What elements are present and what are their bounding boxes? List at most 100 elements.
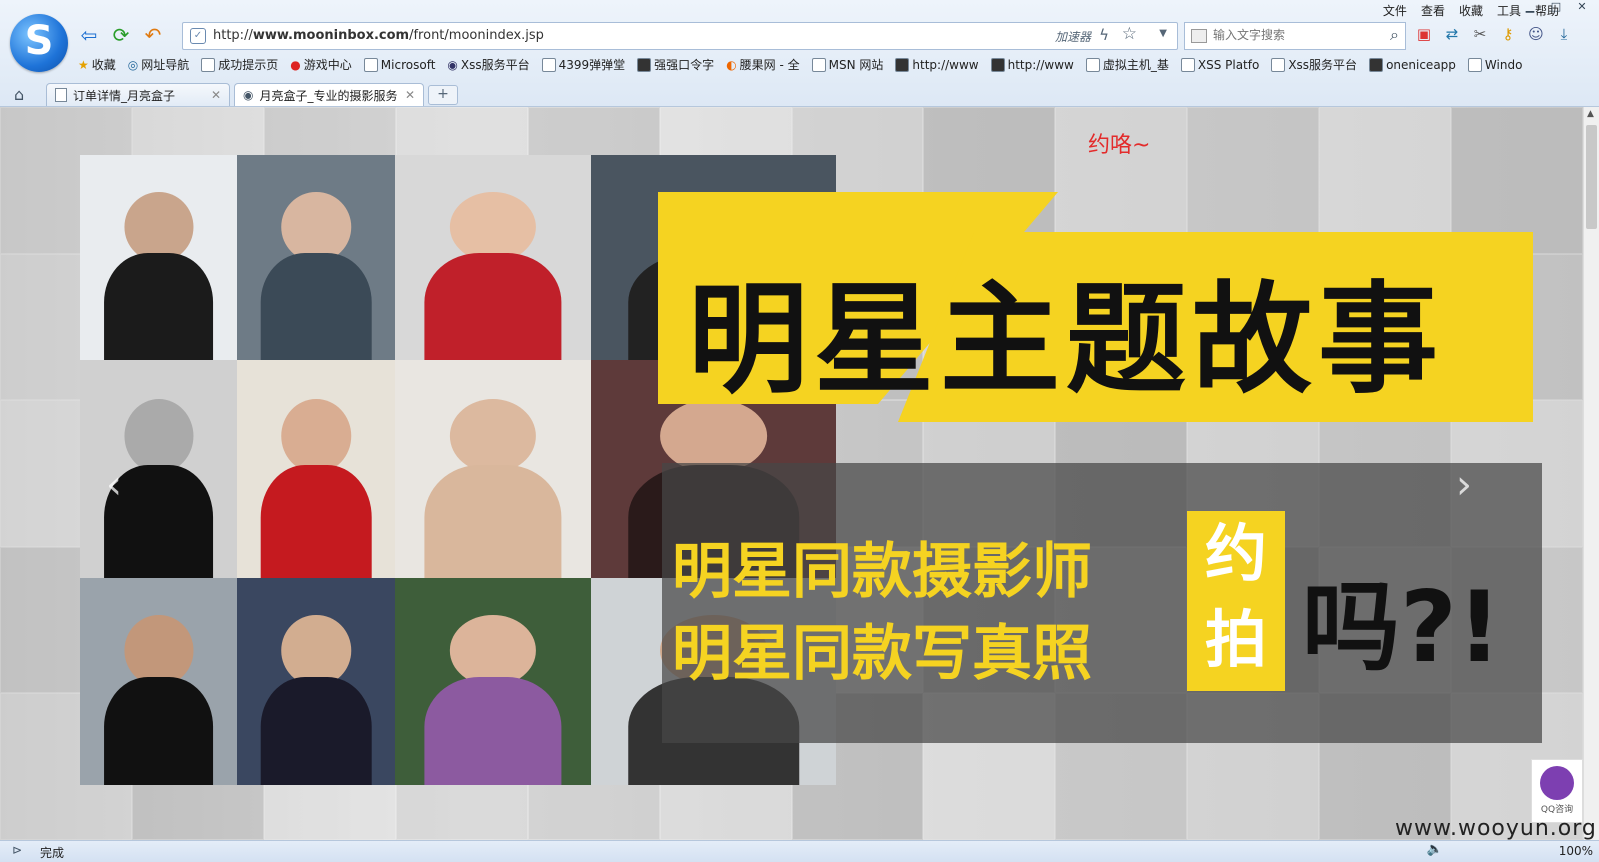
bookmark-item[interactable]: XSS Platfo (1180, 56, 1259, 73)
pai-text: 拍 (1204, 603, 1267, 676)
qq-consult-button[interactable]: QQ咨询 (1531, 759, 1583, 823)
promo-line-photos: 明星同款写真照 (672, 619, 1092, 689)
status-icon[interactable]: ⊳ (12, 843, 22, 857)
promo-panel: 明星同款摄影师 明星同款写真照 约 拍 吗?! (662, 463, 1542, 743)
menu-file[interactable]: 文件 (1383, 2, 1407, 19)
yuepai-badge[interactable]: 约 拍 (1187, 511, 1285, 691)
site-favicon-icon: ◉ (243, 88, 254, 102)
image-icon (895, 57, 910, 72)
bookmark-item[interactable]: ● 游戏中心 (290, 56, 352, 73)
search-engine-icon[interactable] (1191, 29, 1207, 43)
back-icon[interactable]: ⇦ (76, 22, 102, 48)
window-controls: ▁ □ ✕ (1519, 0, 1593, 16)
tab-order-detail[interactable]: 订单详情_月亮盒子 ✕ (46, 83, 230, 106)
image-icon (1369, 57, 1384, 72)
photo-tile[interactable] (237, 155, 395, 360)
dropdown-icon[interactable]: ▼ (1159, 28, 1167, 39)
bookmark-item[interactable]: 虚拟主机_基 (1085, 56, 1169, 73)
vertical-scrollbar[interactable]: ▲ (1583, 107, 1599, 840)
close-icon[interactable]: ✕ (1571, 0, 1593, 16)
yue-text: 约 (1204, 517, 1267, 590)
tab-close-icon[interactable]: ✕ (405, 88, 415, 102)
toolbar-icons: ▣ ⇄ ✂ ⚷ ☺ ⤓ (1414, 24, 1574, 44)
scroll-up-icon[interactable]: ▲ (1587, 109, 1594, 119)
tab-close-icon[interactable]: ✕ (211, 88, 221, 102)
page-icon (1180, 57, 1195, 72)
menu-view[interactable]: 查看 (1421, 2, 1445, 19)
page-icon (541, 57, 556, 72)
bookmark-item[interactable]: http://www (990, 56, 1074, 73)
bookmark-item[interactable]: 强强口令字 (637, 56, 714, 73)
photo-tile[interactable] (80, 360, 237, 578)
bookmark-item[interactable]: Windo (1467, 56, 1522, 73)
bookmark-favorites[interactable]: ★ 收藏 (78, 56, 116, 73)
page-icon (1271, 57, 1286, 72)
folder-icon (811, 57, 826, 72)
page-content: 约咯~ 明星主题故事 明星同款摄影师 明星同款写真照 约 拍 吗?! ‹ › Q… (0, 107, 1583, 840)
bookmark-item[interactable]: ◐ 腰果网 - 全 (726, 56, 799, 73)
browser-chrome: 文件 查看 收藏 工具 帮助 ▁ □ ✕ ⇦ ⟳ ↶ ✓ http://www.… (0, 0, 1599, 107)
image-icon (637, 57, 652, 72)
home-icon[interactable]: ⌂ (14, 85, 24, 104)
scissors-icon[interactable]: ✂ (1470, 24, 1490, 44)
carousel-prev-icon[interactable]: ‹ (106, 462, 122, 508)
globe-icon: ◎ (127, 57, 139, 72)
refresh-icon[interactable]: ⟳ (108, 22, 134, 48)
scroll-thumb[interactable] (1586, 125, 1597, 229)
bookmark-item[interactable]: Microsoft (363, 56, 435, 73)
zoom-level[interactable]: 100% (1559, 844, 1593, 858)
bookmark-item[interactable]: 4399弹弹堂 (541, 56, 625, 73)
status-text: 完成 (40, 846, 65, 860)
photo-tile[interactable] (80, 155, 237, 360)
bookmarks-bar: ★ 收藏 ◎ 网址导航 成功提示页 ● 游戏中心 Microsoft ◉ Xss服务平台… (78, 56, 1522, 73)
image-icon (990, 57, 1005, 72)
photo-tile[interactable] (395, 578, 591, 785)
menu-tools[interactable]: 工具 (1497, 2, 1521, 19)
favorite-star-icon[interactable]: ☆ (1122, 24, 1137, 44)
new-tab-button[interactable]: + (428, 85, 458, 105)
menu-favorites[interactable]: 收藏 (1459, 2, 1483, 19)
search-box: ⌕ (1184, 22, 1406, 50)
site-icon: ◐ (726, 57, 737, 72)
address-bar[interactable]: ✓ http://www.mooninbox.com/front/moonind… (182, 22, 1178, 50)
bolt-icon[interactable]: ϟ (1099, 26, 1109, 44)
security-shield-icon: ✓ (190, 28, 206, 44)
search-icon[interactable]: ⌕ (1390, 25, 1399, 45)
game-icon: ● (290, 57, 301, 72)
minimize-icon[interactable]: ▁ (1519, 0, 1541, 16)
photo-tile[interactable] (237, 360, 395, 578)
emoji-icon[interactable]: ☺ (1526, 24, 1546, 44)
note-text: 约咯~ (1088, 133, 1151, 158)
key-icon[interactable]: ⚷ (1498, 24, 1518, 44)
bookmark-item[interactable]: http://www (895, 56, 979, 73)
search-input[interactable] (1211, 27, 1375, 43)
folder-icon (363, 57, 378, 72)
browser-logo[interactable] (10, 14, 68, 72)
site-icon: ◉ (447, 57, 458, 72)
download-icon[interactable]: ⤓ (1554, 24, 1574, 44)
screenshot-icon[interactable]: ▣ (1414, 24, 1434, 44)
bookmark-item[interactable]: Xss服务平台 (1271, 56, 1357, 73)
photo-tile[interactable] (237, 578, 395, 785)
bookmark-item[interactable]: oneniceapp (1369, 56, 1456, 73)
carousel-next-icon[interactable]: › (1456, 462, 1472, 508)
banner-title: 明星主题故事 (688, 271, 1444, 410)
bookmark-item[interactable]: ◉ Xss服务平台 (447, 56, 529, 73)
maximize-icon[interactable]: □ (1545, 0, 1567, 16)
translate-icon[interactable]: ⇄ (1442, 24, 1462, 44)
status-bar: ⊳ 完成 🔈 100% (0, 840, 1599, 862)
ma-question: 吗?! (1302, 571, 1502, 685)
photo-tile[interactable] (80, 578, 237, 785)
promo-line-photographer: 明星同款摄影师 (672, 537, 1092, 607)
photo-tile[interactable] (395, 155, 591, 360)
bookmark-item[interactable]: 成功提示页 (201, 56, 278, 73)
bookmark-item[interactable]: MSN 网站 (811, 56, 883, 73)
volume-icon[interactable]: 🔈 (1427, 842, 1443, 857)
qq-icon (1540, 766, 1574, 800)
photo-tile[interactable] (395, 360, 591, 578)
accelerator-label[interactable]: 加速器 (1055, 28, 1091, 45)
tab-moonindex[interactable]: ◉ 月亮盒子_专业的摄影服务 ✕ (234, 83, 424, 106)
bookmark-item[interactable]: ◎ 网址导航 (128, 56, 190, 73)
url-text[interactable]: http://www.mooninbox.com/front/moonindex… (213, 28, 544, 43)
undo-icon[interactable]: ↶ (140, 22, 166, 48)
